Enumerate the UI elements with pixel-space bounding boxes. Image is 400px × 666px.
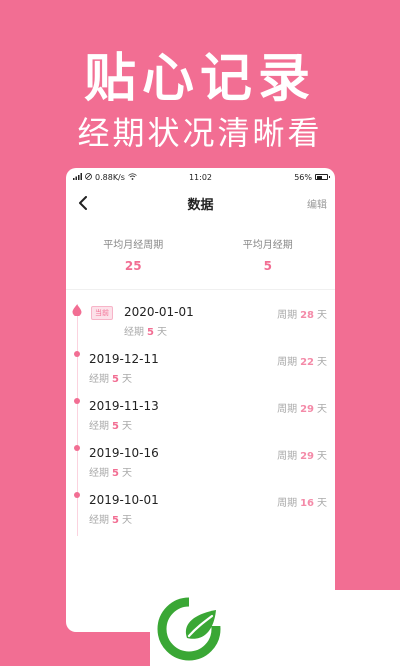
record-item[interactable]: 2019-10-16 经期 5 天 周期 29 天 — [66, 439, 335, 486]
record-timeline: 当前 2020-01-01 经期 5 天 周期 28 天 2019-12-11 经期 5 天… — [66, 290, 335, 536]
leaf-logo-icon — [157, 596, 222, 661]
battery-percent: 56% — [294, 172, 312, 182]
record-item[interactable]: 当前 2020-01-01 经期 5 天 周期 28 天 — [66, 298, 335, 345]
record-date: 2019-10-16 — [89, 446, 159, 460]
avg-period-stat: 平均月经期 5 — [201, 236, 336, 289]
back-button[interactable] — [74, 194, 92, 212]
back-arrow-icon — [79, 196, 87, 210]
record-cycle: 周期 28 天 — [277, 310, 327, 321]
timeline-dot — [74, 351, 80, 357]
avg-period-label: 平均月经期 — [242, 240, 293, 251]
record-date: 2019-10-01 — [89, 493, 159, 507]
current-badge: 当前 — [91, 306, 113, 320]
record-cycle: 周期 29 天 — [277, 451, 327, 462]
timeline-dot — [74, 398, 80, 404]
record-item[interactable]: 2019-10-01 经期 5 天 周期 16 天 — [66, 486, 335, 533]
promo-title: 贴心记录 — [83, 49, 316, 109]
record-date: 2019-11-13 — [89, 399, 159, 413]
avg-cycle-stat: 平均月经周期 25 — [66, 236, 201, 289]
record-period: 经期 5 天 — [89, 374, 132, 385]
record-period: 经期 5 天 — [89, 515, 132, 526]
page-title: 数据 — [187, 197, 214, 213]
record-date: 2019-12-11 — [89, 352, 159, 366]
record-cycle: 周期 29 天 — [277, 404, 327, 415]
battery-icon — [315, 174, 330, 180]
timeline-dot — [74, 445, 80, 451]
avg-cycle-label: 平均月经周期 — [103, 240, 164, 251]
edit-button[interactable]: 编辑 — [307, 196, 327, 211]
record-period: 经期 5 天 — [124, 327, 167, 338]
logo-watermark — [150, 590, 400, 666]
avg-period-value: 5 — [263, 259, 272, 273]
phone-screen: 0.88K/s 11:02 56% 数据 编辑 平均月经周期 25 平均月经期 … — [66, 168, 335, 632]
record-period: 经期 5 天 — [89, 421, 132, 432]
status-bar: 0.88K/s 11:02 56% — [66, 168, 335, 186]
record-item[interactable]: 2019-11-13 经期 5 天 周期 29 天 — [66, 392, 335, 439]
promo-subtitle: 经期状况清晰看 — [77, 114, 323, 152]
stats-summary: 平均月经周期 25 平均月经期 5 — [66, 220, 335, 290]
avg-cycle-value: 25 — [124, 259, 142, 273]
nav-bar: 数据 编辑 — [66, 186, 335, 220]
record-cycle: 周期 16 天 — [277, 498, 327, 509]
timeline-dot — [74, 492, 80, 498]
record-date: 2020-01-01 — [124, 305, 194, 319]
drop-icon — [72, 304, 82, 316]
record-cycle: 周期 22 天 — [277, 357, 327, 368]
record-period: 经期 5 天 — [89, 468, 132, 479]
record-item[interactable]: 2019-12-11 经期 5 天 周期 22 天 — [66, 345, 335, 392]
